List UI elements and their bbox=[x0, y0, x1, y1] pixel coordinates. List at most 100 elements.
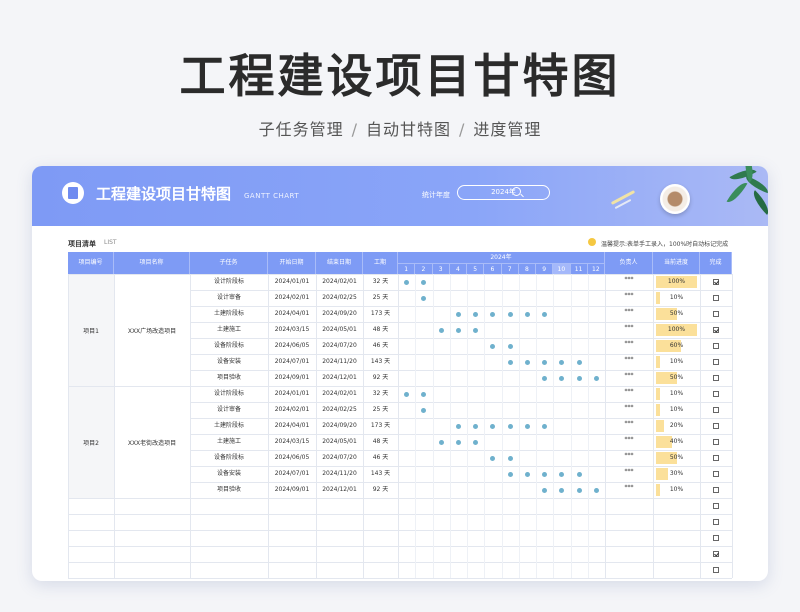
end-date[interactable]: 2024/11/20 bbox=[316, 466, 363, 482]
owner[interactable]: *** bbox=[605, 386, 653, 402]
start-date[interactable]: 2024/06/05 bbox=[268, 450, 316, 466]
start-date[interactable]: 2024/03/15 bbox=[268, 322, 316, 338]
owner[interactable]: *** bbox=[605, 418, 653, 434]
grid-row-line bbox=[190, 306, 732, 307]
start-date[interactable]: 2024/09/01 bbox=[268, 370, 316, 386]
done-checkbox[interactable] bbox=[713, 423, 719, 429]
done-checkbox[interactable] bbox=[713, 295, 719, 301]
start-date[interactable]: 2024/09/01 bbox=[268, 482, 316, 498]
done-checkbox[interactable] bbox=[713, 343, 719, 349]
end-date[interactable]: 2024/12/01 bbox=[316, 370, 363, 386]
progress-value: 100% bbox=[667, 326, 686, 333]
start-date[interactable]: 2024/03/15 bbox=[268, 434, 316, 450]
done-checkbox[interactable] bbox=[713, 327, 719, 333]
end-date[interactable]: 2024/02/25 bbox=[316, 402, 363, 418]
header-month: 3 bbox=[432, 263, 450, 274]
owner[interactable]: *** bbox=[605, 290, 653, 306]
gantt-dot bbox=[455, 423, 461, 429]
duration: 46 天 bbox=[372, 342, 389, 349]
end-date[interactable]: 2024/07/20 bbox=[316, 450, 363, 466]
end-date[interactable]: 2024/12/01 bbox=[316, 482, 363, 498]
plant-leaves-icon bbox=[700, 166, 768, 220]
done-checkbox[interactable] bbox=[713, 471, 719, 477]
start-date[interactable]: 2024/02/01 bbox=[268, 402, 316, 418]
done-checkbox[interactable] bbox=[713, 391, 719, 397]
duration: 48 天 bbox=[372, 326, 389, 333]
end-date[interactable]: 2024/05/01 bbox=[316, 434, 363, 450]
notice-text: 温馨提示:表单手工录入，100%时自动标记完成 bbox=[601, 241, 729, 248]
done-checkbox[interactable] bbox=[713, 311, 719, 317]
owner[interactable]: *** bbox=[605, 466, 653, 482]
grid-row-line bbox=[68, 386, 732, 387]
subtask-name[interactable]: 项目验收 bbox=[190, 370, 268, 386]
subtask-name[interactable]: 设备阶段标 bbox=[190, 338, 268, 354]
year-label: 统计年度 bbox=[422, 191, 450, 199]
done-checkbox[interactable] bbox=[713, 455, 719, 461]
end-date[interactable]: 2024/02/01 bbox=[316, 386, 363, 402]
start-date[interactable]: 2024/02/01 bbox=[268, 290, 316, 306]
start-date[interactable]: 2024/01/01 bbox=[268, 386, 316, 402]
owner[interactable]: *** bbox=[605, 322, 653, 338]
end-date[interactable]: 2024/02/25 bbox=[316, 290, 363, 306]
progress-value: 100% bbox=[667, 278, 686, 285]
subtask-name[interactable]: 设计阶段标 bbox=[190, 274, 268, 290]
done-checkbox[interactable] bbox=[713, 279, 719, 285]
done-checkbox[interactable] bbox=[713, 487, 719, 493]
done-checkbox[interactable] bbox=[713, 535, 719, 541]
done-checkbox[interactable] bbox=[713, 407, 719, 413]
owner[interactable]: *** bbox=[605, 370, 653, 386]
start-date[interactable]: 2024/07/01 bbox=[268, 354, 316, 370]
end-date[interactable]: 2024/07/20 bbox=[316, 338, 363, 354]
done-checkbox[interactable] bbox=[713, 519, 719, 525]
header-owner: 负责人 bbox=[605, 252, 653, 274]
subtask-name[interactable]: 项目验收 bbox=[190, 482, 268, 498]
start-date[interactable]: 2024/06/05 bbox=[268, 338, 316, 354]
done-checkbox[interactable] bbox=[713, 551, 719, 557]
search-icon[interactable] bbox=[512, 187, 521, 196]
start-date[interactable]: 2024/07/01 bbox=[268, 466, 316, 482]
owner[interactable]: *** bbox=[605, 306, 653, 322]
subtask-name[interactable]: 土建施工 bbox=[190, 322, 268, 338]
end-date[interactable]: 2024/09/20 bbox=[316, 306, 363, 322]
duration: 92 天 bbox=[372, 374, 389, 381]
gantt-dot bbox=[455, 311, 461, 317]
done-checkbox[interactable] bbox=[713, 567, 719, 573]
subtask-name[interactable]: 设备阶段标 bbox=[190, 450, 268, 466]
duration: 46 天 bbox=[372, 454, 389, 461]
grid-row-line bbox=[190, 466, 732, 467]
owner[interactable]: *** bbox=[605, 338, 653, 354]
year-select[interactable]: 2024年 bbox=[457, 185, 550, 200]
start-date[interactable]: 2024/04/01 bbox=[268, 306, 316, 322]
done-checkbox[interactable] bbox=[713, 359, 719, 365]
done-checkbox[interactable] bbox=[713, 439, 719, 445]
list-title: 项目清单 bbox=[68, 240, 96, 248]
start-date[interactable]: 2024/01/01 bbox=[268, 274, 316, 290]
subtask-name[interactable]: 设计审备 bbox=[190, 402, 268, 418]
subtask-name[interactable]: 土建施工 bbox=[190, 434, 268, 450]
subtitle-item: 子任务管理 bbox=[258, 120, 344, 139]
start-date[interactable]: 2024/04/01 bbox=[268, 418, 316, 434]
owner[interactable]: *** bbox=[605, 402, 653, 418]
subtitle-item: 进度管理 bbox=[473, 120, 542, 139]
subtask-name[interactable]: 设备安装 bbox=[190, 466, 268, 482]
subtask-name[interactable]: 设备安装 bbox=[190, 354, 268, 370]
gantt-dot bbox=[507, 359, 513, 365]
owner[interactable]: *** bbox=[605, 434, 653, 450]
gantt-dot bbox=[559, 471, 565, 477]
end-date[interactable]: 2024/11/20 bbox=[316, 354, 363, 370]
owner[interactable]: *** bbox=[605, 482, 653, 498]
end-date[interactable]: 2024/09/20 bbox=[316, 418, 363, 434]
owner[interactable]: *** bbox=[605, 450, 653, 466]
done-checkbox[interactable] bbox=[713, 375, 719, 381]
subtask-name[interactable]: 土建阶段标 bbox=[190, 306, 268, 322]
grid-row-line bbox=[190, 338, 732, 339]
subtask-name[interactable]: 设计阶段标 bbox=[190, 386, 268, 402]
subtask-name[interactable]: 设计审备 bbox=[190, 290, 268, 306]
owner[interactable]: *** bbox=[605, 354, 653, 370]
end-date[interactable]: 2024/02/01 bbox=[316, 274, 363, 290]
done-checkbox[interactable] bbox=[713, 503, 719, 509]
subtask-name[interactable]: 土建阶段标 bbox=[190, 418, 268, 434]
end-date[interactable]: 2024/05/01 bbox=[316, 322, 363, 338]
owner[interactable]: *** bbox=[605, 274, 653, 290]
gantt-dot bbox=[473, 311, 479, 317]
